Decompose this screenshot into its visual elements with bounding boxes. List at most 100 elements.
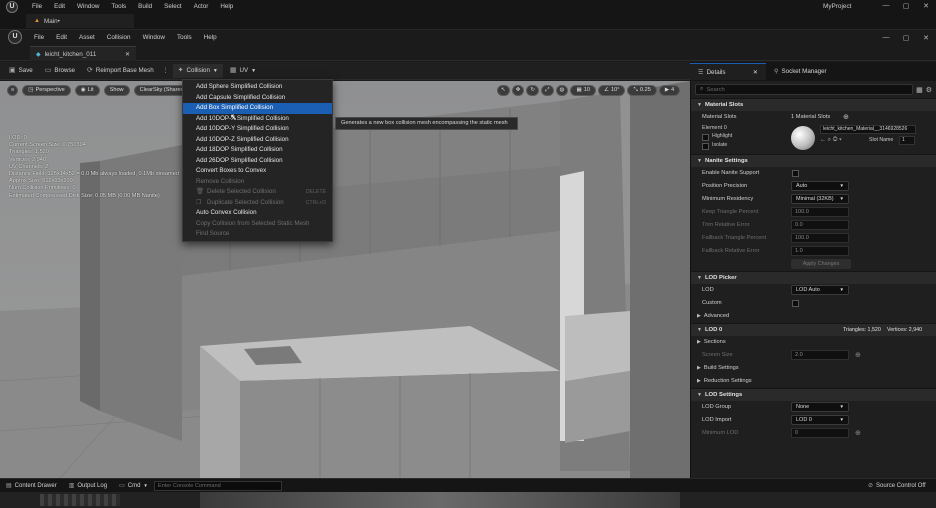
minimum-lod-field[interactable]: 0 bbox=[791, 428, 849, 438]
save-button[interactable]: ▣ Save bbox=[4, 64, 38, 78]
add-material-slot-icon[interactable]: ⊕ bbox=[843, 111, 849, 124]
section-lod0[interactable]: ▼ LOD 0 Triangles: 1,520 Vertices: 2,940 bbox=[691, 323, 936, 336]
grid-view-icon[interactable]: ▦ bbox=[916, 86, 923, 94]
minimum-residency-dropdown[interactable]: Minimal (32KB) ▼ bbox=[791, 194, 849, 204]
asset-menu-window[interactable]: Window bbox=[137, 31, 171, 44]
outer-menu-file[interactable]: File bbox=[26, 0, 48, 13]
minimize-icon[interactable]: — bbox=[876, 2, 896, 9]
cmd-dropdown[interactable]: ▭ Cmd ▼ bbox=[113, 479, 154, 493]
level-tab[interactable]: ▲ Main• bbox=[26, 14, 134, 28]
fallback-relative-error-field[interactable]: 1.0 bbox=[791, 246, 849, 256]
prop-build-settings[interactable]: ▶ Build Settings bbox=[691, 362, 936, 375]
menu-add-capsule-collision[interactable]: Add Capsule Simplified Collision bbox=[183, 93, 332, 104]
outer-menu-select[interactable]: Select bbox=[158, 0, 188, 13]
viewport-menu-button[interactable]: ≡ bbox=[7, 85, 19, 96]
reset-icon[interactable]: ⊕ bbox=[855, 427, 861, 440]
reimport-button[interactable]: ⟳ Reimport Base Mesh bbox=[82, 64, 159, 78]
source-control-button[interactable]: ⊘ Source Control Off bbox=[862, 479, 932, 493]
asset-close-icon[interactable]: ✕ bbox=[916, 34, 936, 42]
asset-menu-tools[interactable]: Tools bbox=[171, 31, 198, 44]
asset-tab[interactable]: ◆ leicht_kitchen_011 ✕ bbox=[30, 46, 136, 61]
section-material-slots[interactable]: ▼ Material Slots bbox=[691, 98, 936, 111]
menu-add-box-collision[interactable]: Add Box Simplified Collision bbox=[183, 103, 332, 114]
asset-minimize-icon[interactable]: — bbox=[876, 34, 896, 41]
enable-nanite-checkbox[interactable] bbox=[792, 170, 799, 177]
menu-find-source[interactable]: Find Source bbox=[183, 229, 332, 240]
section-nanite[interactable]: ▼ Nanite Settings bbox=[691, 154, 936, 167]
lod-dropdown[interactable]: LOD Auto ▼ bbox=[791, 285, 849, 295]
asset-maximize-icon[interactable]: ▢ bbox=[896, 34, 916, 42]
outer-menu-build[interactable]: Build bbox=[132, 0, 158, 13]
angle-snap-button[interactable]: ∠ 10° bbox=[597, 85, 626, 96]
close-icon[interactable]: ✕ bbox=[916, 2, 936, 10]
unreal-logo-icon[interactable]: U bbox=[8, 30, 22, 44]
toolbar-more-icon[interactable]: ⋮ bbox=[161, 67, 171, 74]
fallback-triangle-percent-field[interactable]: 100.0 bbox=[791, 233, 849, 243]
screen-size-field[interactable]: 2.0 bbox=[791, 350, 849, 360]
menu-copy-collision-from-selected[interactable]: Copy Collision from Selected Static Mesh bbox=[183, 219, 332, 230]
keep-triangle-percent-field[interactable]: 100.0 bbox=[791, 207, 849, 217]
uv-dropdown[interactable]: ▦ UV ▼ bbox=[225, 64, 261, 78]
material-nav-icons[interactable]: ← ⌕ ◎ ▾ bbox=[820, 137, 842, 144]
translate-tool-icon[interactable]: ✥ bbox=[511, 85, 525, 96]
material-thumbnail[interactable] bbox=[791, 126, 815, 150]
lod-group-dropdown[interactable]: None ▼ bbox=[791, 402, 849, 412]
menu-duplicate-selected-collision[interactable]: ❐ Duplicate Selected Collision CTRL+D bbox=[183, 198, 332, 209]
unreal-logo-icon[interactable]: U bbox=[6, 0, 18, 13]
menu-add-26dop-collision[interactable]: Add 26DOP Simplified Collision bbox=[183, 156, 332, 167]
select-tool-icon[interactable]: ↖ bbox=[497, 85, 510, 96]
menu-remove-collision[interactable]: Remove Collision bbox=[183, 177, 332, 188]
asset-menu-help[interactable]: Help bbox=[198, 31, 223, 44]
camera-speed-button[interactable]: ▶ 4 bbox=[658, 85, 681, 96]
apply-changes-button[interactable]: Apply Changes bbox=[791, 259, 851, 269]
tab-close-icon[interactable]: ✕ bbox=[753, 64, 758, 81]
prop-advanced[interactable]: ▶ Advanced bbox=[691, 310, 936, 323]
material-name-field[interactable]: leicht_kitchen_Material__3146928526 bbox=[820, 125, 916, 134]
outer-menu-edit[interactable]: Edit bbox=[48, 0, 71, 13]
viewport[interactable]: ≡ ◳ Perspective ◉ Lit Show ClearSky (Share… bbox=[0, 81, 690, 478]
menu-add-sphere-collision[interactable]: Add Sphere Simplified Collision bbox=[183, 82, 332, 93]
content-drawer-button[interactable]: ▤ Content Drawer bbox=[0, 479, 63, 493]
outer-menu-window[interactable]: Window bbox=[71, 0, 105, 13]
tab-details[interactable]: ☰ Details ✕ bbox=[690, 63, 766, 80]
position-precision-dropdown[interactable]: Auto ▼ bbox=[791, 181, 849, 191]
trim-relative-error-field[interactable]: 0.0 bbox=[791, 220, 849, 230]
menu-convert-boxes-to-convex[interactable]: Convert Boxes to Convex bbox=[183, 166, 332, 177]
scale-tool-icon[interactable]: ⤢ bbox=[541, 85, 554, 96]
browse-button[interactable]: ▭ Browse bbox=[40, 64, 80, 78]
console-command-input[interactable]: Enter Console Command bbox=[153, 480, 282, 491]
collision-dropdown[interactable]: ✦ Collision ▼ bbox=[172, 63, 223, 78]
grid-snap-button[interactable]: ▦ 10 bbox=[570, 85, 596, 96]
menu-add-10dop-x-collision[interactable]: Add 10DOP-X Simplified Collision bbox=[183, 114, 332, 125]
section-lod-picker[interactable]: ▼ LOD Picker bbox=[691, 271, 936, 284]
menu-delete-selected-collision[interactable]: 🗑 Delete Selected Collision DELETE bbox=[183, 187, 332, 198]
asset-menu-edit[interactable]: Edit bbox=[50, 31, 73, 44]
slot-name-field[interactable]: 1 bbox=[899, 136, 915, 145]
menu-auto-convex-collision[interactable]: Auto Convex Collision bbox=[183, 208, 332, 219]
show-button[interactable]: Show bbox=[103, 85, 130, 96]
settings-gear-icon[interactable]: ⚙ bbox=[926, 86, 932, 94]
menu-add-18dop-collision[interactable]: Add 18DOP Simplified Collision bbox=[183, 145, 332, 156]
asset-menu-file[interactable]: File bbox=[28, 31, 50, 44]
outer-menu-actor[interactable]: Actor bbox=[188, 0, 215, 13]
rotate-tool-icon[interactable]: ↻ bbox=[526, 85, 540, 96]
tab-close-icon[interactable]: ✕ bbox=[125, 51, 130, 58]
isolate-checkbox[interactable] bbox=[702, 143, 709, 150]
lit-button[interactable]: ◉ Lit bbox=[74, 85, 100, 96]
details-search-input[interactable]: ⌕ Search bbox=[695, 84, 914, 95]
highlight-checkbox[interactable] bbox=[702, 134, 709, 141]
custom-checkbox[interactable] bbox=[792, 300, 799, 307]
outer-menu-tools[interactable]: Tools bbox=[105, 0, 132, 13]
menu-add-10dop-z-collision[interactable]: Add 10DOP-Z Simplified Collision bbox=[183, 135, 332, 146]
reset-icon[interactable]: ⊕ bbox=[855, 349, 861, 362]
maximize-icon[interactable]: ▢ bbox=[896, 2, 916, 10]
tab-socket-manager[interactable]: ⚲ Socket Manager bbox=[766, 63, 835, 80]
prop-reduction-settings[interactable]: ▶ Reduction Settings bbox=[691, 375, 936, 388]
lod-import-dropdown[interactable]: LOD 0 ▼ bbox=[791, 415, 849, 425]
prop-sections[interactable]: ▶ Sections bbox=[691, 336, 936, 349]
menu-add-10dop-y-collision[interactable]: Add 10DOP-Y Simplified Collision bbox=[183, 124, 332, 135]
perspective-button[interactable]: ◳ Perspective bbox=[22, 85, 71, 96]
asset-menu-collision[interactable]: Collision bbox=[101, 31, 137, 44]
output-log-button[interactable]: ▥ Output Log bbox=[63, 479, 113, 493]
section-lod-settings[interactable]: ▼ LOD Settings bbox=[691, 388, 936, 401]
